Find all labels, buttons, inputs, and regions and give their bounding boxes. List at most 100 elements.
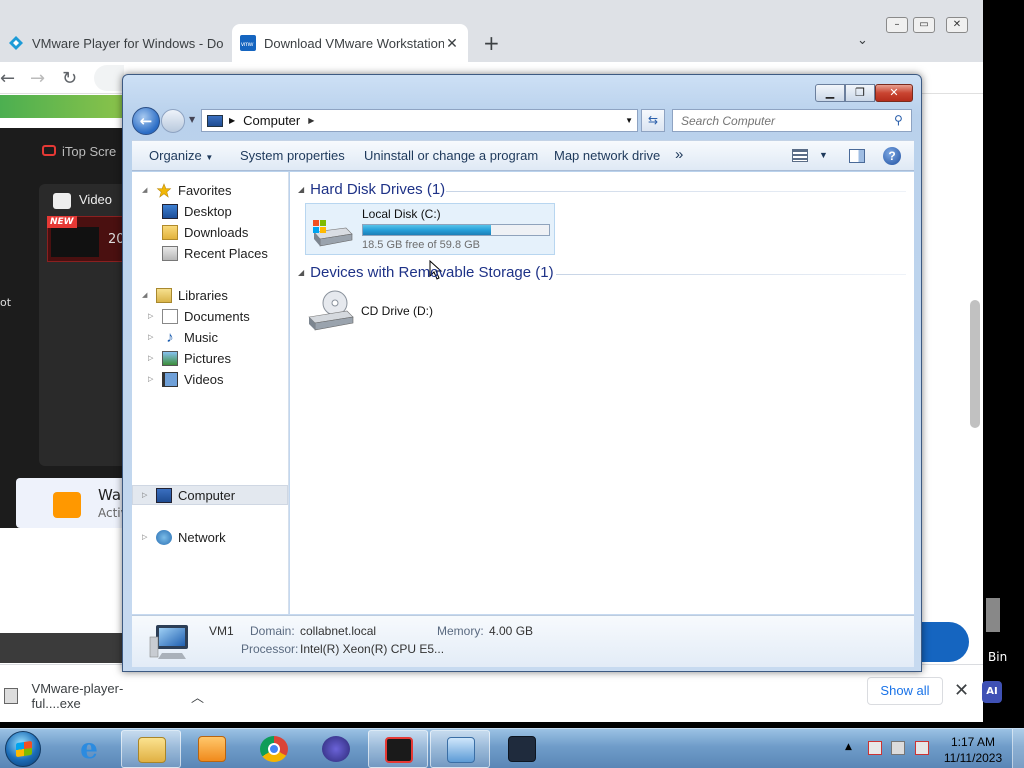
taskbar-app-tiles[interactable]: [492, 730, 552, 768]
details-pane: VM1 Domain: collabnet.local Memory: 4.00…: [132, 615, 914, 667]
show-all-button[interactable]: Show all: [867, 677, 943, 705]
film-strip-icon: [162, 371, 178, 387]
processor-value: Intel(R) Xeon(R) CPU E5...: [300, 642, 445, 656]
breadcrumb-arrow-icon[interactable]: ▶: [229, 116, 235, 125]
nav-recent-places[interactable]: Recent Places: [162, 243, 268, 263]
drive-d[interactable]: CD Drive (D:): [307, 289, 507, 335]
group-header-hard-disk-drives[interactable]: ◢ Hard Disk Drives (1): [298, 181, 445, 198]
download-filename: VMware-player-ful....exe: [31, 681, 124, 711]
view-dropdown-icon[interactable]: ▼: [819, 150, 828, 160]
help-icon[interactable]: ?: [883, 147, 901, 165]
chevron-up-icon[interactable]: ︿: [191, 687, 204, 706]
system-properties-button[interactable]: System properties: [240, 148, 345, 163]
minimize-button[interactable]: ▁: [815, 84, 845, 102]
chrome-close-button[interactable]: ✕: [946, 17, 968, 33]
close-download-bar-icon[interactable]: ✕: [954, 680, 969, 701]
nav-music[interactable]: ▷ ♪ Music: [148, 327, 218, 347]
forward-button[interactable]: [161, 109, 185, 133]
nav-pictures[interactable]: ▷ Pictures: [148, 348, 231, 368]
control-panel-icon: [447, 737, 475, 763]
close-tab-icon[interactable]: ✕: [444, 35, 460, 52]
site-footer-strip: [0, 633, 125, 663]
nav-computer[interactable]: ▷ Computer: [142, 485, 235, 505]
search-icon[interactable]: ⚲: [894, 113, 903, 127]
organize-button[interactable]: Organize ▼: [149, 148, 213, 163]
maximize-button[interactable]: ❐: [845, 84, 875, 102]
recycle-bin-icon: [986, 598, 1000, 632]
chrome-tabstrip: VMware Player for Windows - Do vmw Downl…: [0, 0, 983, 62]
clock[interactable]: 1:17 AM 11/11/2023: [940, 734, 1006, 766]
chrome-minimize-button[interactable]: –: [886, 17, 908, 33]
nav-desktop[interactable]: Desktop: [162, 201, 232, 221]
close-button[interactable]: ✕: [875, 84, 913, 102]
navigation-pane: ◢ Favorites Desktop Downloads Recent Pla…: [132, 172, 289, 614]
nav-videos[interactable]: ▷ Videos: [148, 369, 224, 389]
address-bar[interactable]: ▶ Computer ▶ ▼: [201, 109, 638, 132]
recycle-bin[interactable]: Bin: [986, 598, 1024, 664]
recent-pages-dropdown[interactable]: ▼: [189, 115, 195, 124]
back-arrow-icon[interactable]: ←: [0, 68, 15, 89]
ai-icon[interactable]: AI: [982, 681, 1002, 703]
preview-pane-icon[interactable]: [849, 149, 865, 163]
internet-explorer-icon: e: [80, 732, 98, 765]
tab-search-chevron-icon[interactable]: ⌄: [857, 33, 868, 48]
download-item[interactable]: VMware-player-ful....exe ︿: [4, 681, 204, 711]
uninstall-program-button[interactable]: Uninstall or change a program: [364, 148, 538, 163]
show-desktop-button[interactable]: [1012, 729, 1024, 768]
folder-icon: [138, 737, 166, 763]
new-tab-button[interactable]: +: [483, 31, 500, 55]
page-scrollbar[interactable]: [970, 300, 980, 428]
forward-arrow-icon[interactable]: →: [30, 68, 45, 89]
reload-icon[interactable]: ↻: [62, 68, 77, 89]
drive-c-usage-fill: [363, 225, 492, 235]
nav-favorites[interactable]: ◢ Favorites: [142, 180, 231, 200]
taskbar-chrome[interactable]: [244, 730, 304, 768]
explorer-window: ▁ ❐ ✕ ← ▼ ▶ Computer ▶ ▼ ⇆ ⚲ Organize ▼ …: [122, 74, 922, 672]
recent-places-icon: [162, 245, 178, 261]
volume-muted-icon[interactable]: [915, 741, 929, 755]
site-banner: [0, 95, 125, 118]
nav-network[interactable]: ▷ Network: [142, 527, 226, 547]
map-network-drive-button[interactable]: Map network drive: [554, 148, 660, 163]
search-input[interactable]: [672, 109, 912, 132]
taskbar-itop-recorder[interactable]: [368, 730, 428, 768]
chrome-maximize-button[interactable]: ▭: [913, 17, 935, 33]
nav-libraries[interactable]: ◢ Libraries: [142, 285, 228, 305]
command-bar: Organize ▼ System properties Uninstall o…: [132, 140, 914, 171]
refresh-button[interactable]: ⇆: [641, 109, 665, 132]
nav-documents[interactable]: ▷ Documents: [148, 306, 250, 326]
change-view-icon[interactable]: [792, 149, 808, 162]
breadcrumb-arrow-icon[interactable]: ▶: [308, 116, 314, 125]
network-status-icon[interactable]: [891, 741, 905, 755]
group-divider: [556, 274, 906, 275]
video-label: Video: [53, 192, 112, 209]
back-button[interactable]: ←: [132, 107, 160, 135]
action-center-flag-icon[interactable]: [868, 741, 882, 755]
show-hidden-icons-icon[interactable]: ▲: [845, 742, 859, 756]
tab-download-workstation[interactable]: vmw Download VMware Workstation ✕: [232, 24, 468, 62]
processor-label: Processor:: [241, 642, 299, 656]
wait-title: Wa: [98, 486, 122, 504]
taskbar-explorer[interactable]: [121, 730, 181, 768]
tab-vmware-player[interactable]: VMware Player for Windows - Do: [0, 24, 232, 62]
drive-c-usage-bar: [362, 224, 550, 236]
start-button[interactable]: [5, 731, 41, 767]
downloads-folder-icon: [162, 224, 178, 240]
address-bar[interactable]: [94, 65, 124, 91]
itop-screen-label: iTop Scre: [42, 144, 116, 159]
clock-date: 11/11/2023: [943, 751, 1003, 765]
breadcrumb-computer[interactable]: Computer: [243, 113, 300, 128]
content-pane: ◢ Hard Disk Drives (1) Local Disk (C:) 18…: [290, 172, 914, 614]
video-clapper-icon: [53, 192, 71, 209]
taskbar-control-panel[interactable]: [430, 730, 490, 768]
more-commands-button[interactable]: »: [675, 146, 683, 163]
nav-downloads[interactable]: Downloads: [162, 222, 248, 242]
taskbar-app-purple[interactable]: [306, 730, 366, 768]
drive-c[interactable]: Local Disk (C:) 18.5 GB free of 59.8 GB: [305, 203, 555, 280]
taskbar-internet-explorer[interactable]: e: [59, 730, 119, 768]
group-header-removable-storage[interactable]: ◢ Devices with Removable Storage (1): [298, 264, 554, 281]
address-dropdown-icon[interactable]: ▼: [625, 116, 633, 125]
app-icon: [53, 492, 81, 518]
taskbar-media-player[interactable]: [182, 730, 242, 768]
page-blue-button[interactable]: [921, 622, 969, 662]
